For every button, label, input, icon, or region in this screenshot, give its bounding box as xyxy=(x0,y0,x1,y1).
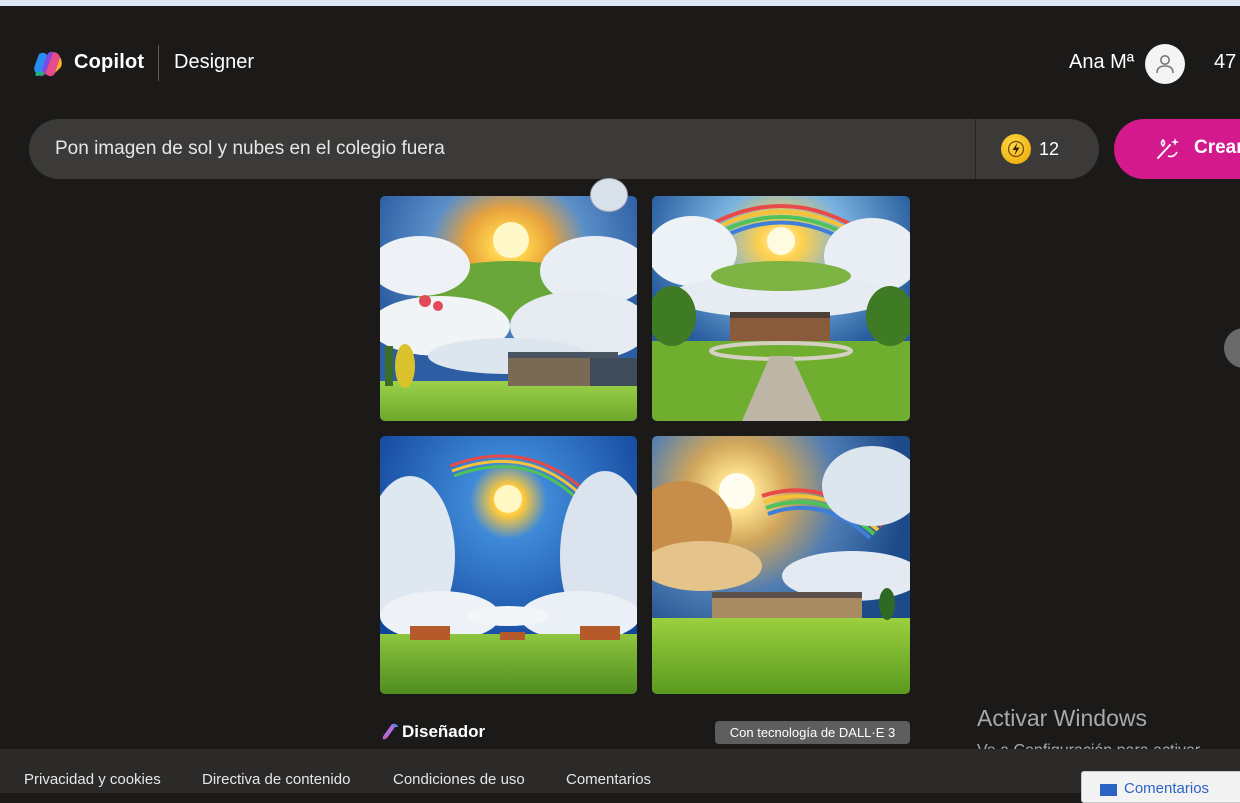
prompt-divider xyxy=(975,119,976,179)
side-scroll-button[interactable] xyxy=(1224,328,1240,368)
footer-link-privacy[interactable]: Privacidad y cookies xyxy=(24,771,161,788)
footer-link-terms[interactable]: Condiciones de uso xyxy=(393,771,525,788)
generated-image-4[interactable] xyxy=(652,436,910,694)
header-divider xyxy=(158,45,159,81)
header: Copilot Designer Ana Mª 47 xyxy=(0,6,1240,118)
image-badge-icon[interactable] xyxy=(590,178,628,212)
feedback-label: Comentarios xyxy=(1124,780,1210,797)
boost-count: 12 xyxy=(1039,139,1060,159)
footer-link-content-policy[interactable]: Directiva de contenido xyxy=(202,771,350,788)
prompt-bar: Pon imagen de sol y nubes en el colegio … xyxy=(29,119,1099,179)
create-wand-icon xyxy=(1157,138,1179,159)
designer-brand: Diseñador xyxy=(381,722,485,742)
footer: Privacidad y cookies Directiva de conten… xyxy=(0,749,1240,793)
dalle-badge: Con tecnología de DALL·E 3 xyxy=(715,721,910,744)
generated-image-2[interactable] xyxy=(652,196,910,421)
feedback-icon xyxy=(1100,784,1117,796)
prompt-input[interactable]: Pon imagen de sol y nubes en el colegio … xyxy=(55,138,445,160)
feedback-button[interactable]: Comentarios xyxy=(1081,771,1240,803)
rewards-count[interactable]: 47 xyxy=(1214,51,1236,74)
footer-link-feedback[interactable]: Comentarios xyxy=(566,771,651,788)
boost-bolt-icon[interactable] xyxy=(1001,134,1031,164)
copilot-brand[interactable]: Copilot xyxy=(74,51,144,74)
user-name[interactable]: Ana Mª xyxy=(1069,51,1134,74)
create-label: Crear xyxy=(1194,137,1240,158)
product-title[interactable]: Designer xyxy=(174,51,254,74)
copilot-logo-icon[interactable] xyxy=(33,49,63,79)
windows-activation-title: Activar Windows xyxy=(977,705,1147,731)
generated-image-3[interactable] xyxy=(380,436,637,694)
generated-image-1[interactable] xyxy=(380,196,637,421)
user-avatar-icon[interactable] xyxy=(1145,44,1185,84)
designer-label: Diseñador xyxy=(402,722,486,741)
create-button[interactable]: Crear xyxy=(1114,119,1240,179)
designer-logo-icon xyxy=(382,723,398,740)
